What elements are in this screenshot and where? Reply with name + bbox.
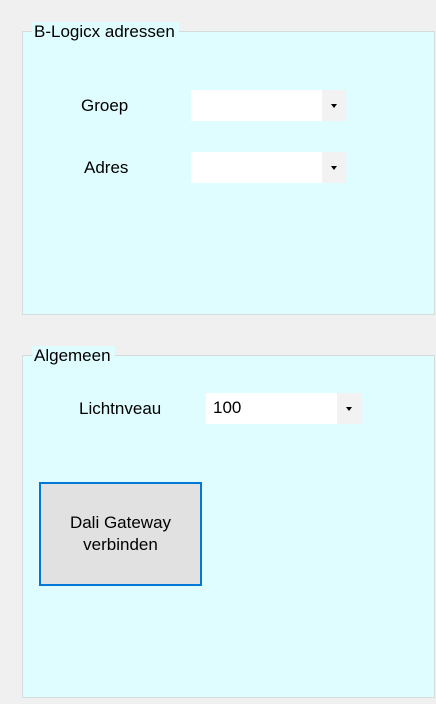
algemeen-groupbox-title: Algemeen [32, 346, 115, 366]
chevron-down-icon [346, 407, 352, 411]
groep-label: Groep [81, 96, 129, 115]
chevron-down-icon [331, 166, 337, 170]
adres-dropdown[interactable] [191, 152, 346, 183]
adres-label: Adres [84, 158, 129, 177]
lichtniveau-label: Lichtnveau [79, 399, 162, 418]
adres-dropdown-button[interactable] [322, 152, 346, 183]
groep-dropdown[interactable] [191, 90, 346, 121]
groep-dropdown-button[interactable] [322, 90, 346, 121]
lichtniveau-dropdown-button[interactable] [337, 393, 361, 424]
window-content: B-Logicx adressen Groep Adres Algemeen L… [0, 0, 436, 704]
lichtniveau-dropdown-value: 100 [213, 398, 242, 417]
lichtniveau-dropdown[interactable]: 100 [206, 393, 361, 424]
blogicx-groupbox-title: B-Logicx adressen [32, 22, 179, 42]
chevron-down-icon [331, 104, 337, 108]
dali-gateway-connect-button[interactable]: Dali Gateway verbinden [39, 482, 202, 586]
